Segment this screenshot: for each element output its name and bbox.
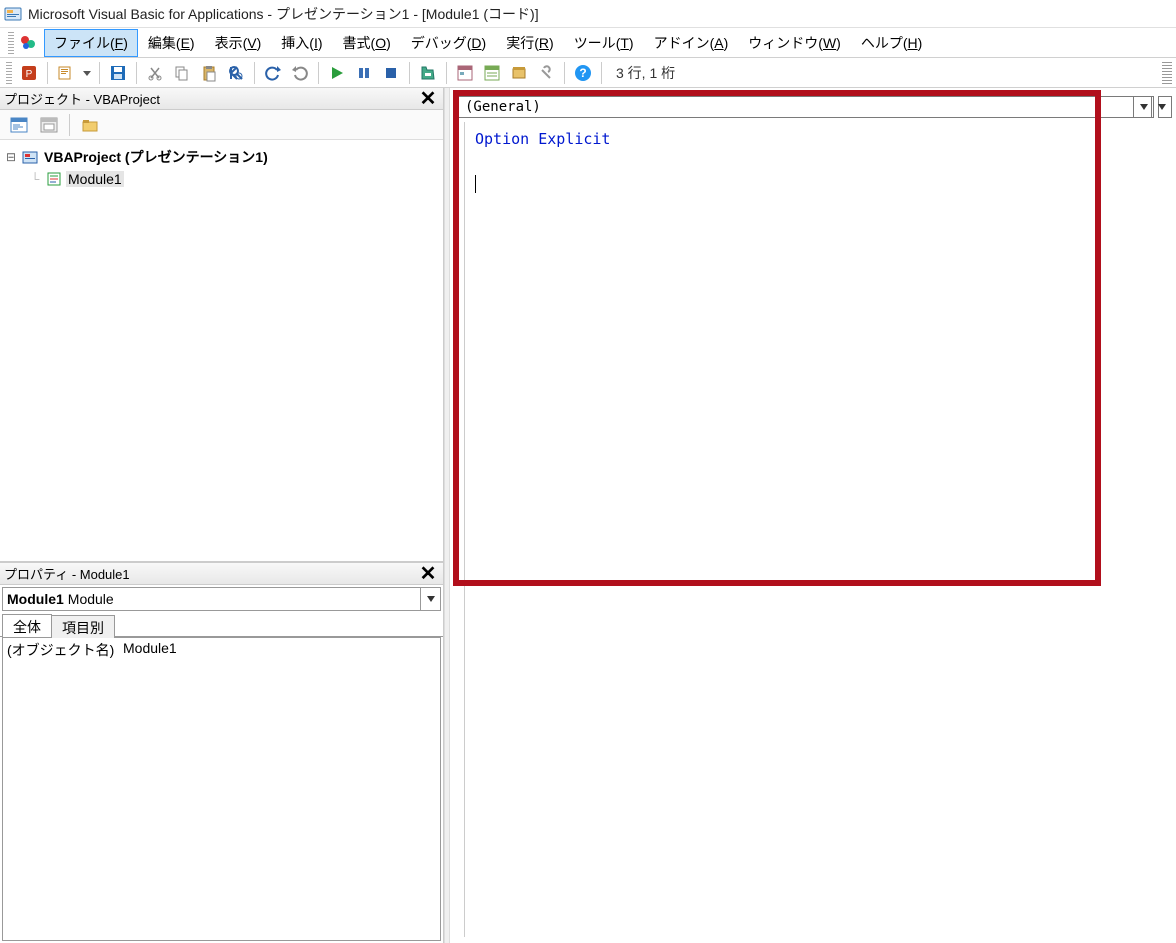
insert-dropdown[interactable]	[81, 69, 93, 77]
property-row[interactable]: (オブジェクト名) Module1	[3, 638, 440, 660]
cursor-position-label: 3 行, 1 桁	[608, 63, 683, 83]
title-bar: Microsoft Visual Basic for Applications …	[0, 0, 1176, 28]
cut-button[interactable]	[143, 61, 167, 85]
undo-button[interactable]	[261, 61, 285, 85]
standard-toolbar: P ? 3 行, 1 桁	[0, 58, 1176, 88]
project-explorer-toolbar	[0, 110, 443, 140]
chevron-down-icon[interactable]	[1133, 97, 1153, 117]
tree-branch-icon: └	[28, 172, 42, 186]
chevron-down-icon[interactable]	[420, 588, 440, 610]
project-explorer-pane: プロジェクト - VBAProject ✕ ⊟ VBAProject (プレゼン…	[0, 88, 443, 563]
menu-debug[interactable]: デバッグ(D)	[401, 29, 496, 57]
menu-window[interactable]: ウィンドウ(W)	[738, 29, 851, 57]
view-powerpoint-button[interactable]: P	[17, 61, 41, 85]
properties-object-combo[interactable]: Module1 Module	[2, 587, 441, 611]
properties-window-button[interactable]	[480, 61, 504, 85]
tree-module-label: Module1	[66, 171, 124, 187]
properties-close-button[interactable]: ✕	[417, 563, 439, 585]
menu-view[interactable]: 表示(V)	[205, 29, 272, 57]
toggle-folders-button[interactable]	[77, 114, 103, 136]
property-name-cell: (オブジェクト名)	[3, 638, 119, 660]
vba-menu-icon	[18, 33, 38, 53]
run-button[interactable]	[325, 61, 349, 85]
menu-edit[interactable]: 編集(E)	[138, 29, 205, 57]
project-tree[interactable]: ⊟ VBAProject (プレゼンテーション1) └ Module1	[0, 140, 443, 561]
properties-tabs: 全体 項目別	[0, 613, 443, 637]
left-column: プロジェクト - VBAProject ✕ ⊟ VBAProject (プレゼン…	[0, 88, 444, 943]
project-explorer-button[interactable]	[453, 61, 477, 85]
object-browser-button[interactable]	[507, 61, 531, 85]
project-explorer-header: プロジェクト - VBAProject ✕	[0, 88, 443, 110]
svg-text:?: ?	[579, 66, 586, 80]
svg-text:P: P	[26, 69, 33, 80]
view-object-button[interactable]	[36, 114, 62, 136]
code-window: (General) Option Explicit	[450, 88, 1176, 943]
reset-button[interactable]	[379, 61, 403, 85]
menu-insert[interactable]: 挿入(I)	[271, 29, 332, 57]
properties-header: プロパティ - Module1 ✕	[0, 563, 443, 585]
code-editor[interactable]: Option Explicit	[464, 122, 1170, 937]
insert-module-button[interactable]	[54, 61, 78, 85]
vba-app-icon	[4, 5, 22, 23]
module-icon	[45, 170, 63, 188]
view-code-button[interactable]	[6, 114, 32, 136]
code-combo-row: (General)	[458, 96, 1172, 118]
tree-collapse-icon[interactable]: ⊟	[4, 150, 18, 164]
properties-pane: プロパティ - Module1 ✕ Module1 Module 全体 項目別 …	[0, 563, 443, 943]
menubar-grip[interactable]	[8, 32, 14, 54]
object-combo[interactable]: (General)	[458, 96, 1154, 118]
toolbox-button[interactable]	[534, 61, 558, 85]
menu-tools[interactable]: ツール(T)	[564, 29, 644, 57]
window-title: Microsoft Visual Basic for Applications …	[28, 4, 539, 24]
tab-categorized[interactable]: 項目別	[51, 615, 115, 638]
menu-file[interactable]: ファイル(F)	[44, 29, 138, 57]
toolbar-grip[interactable]	[6, 62, 12, 84]
code-area: (General) Option Explicit	[450, 88, 1176, 943]
design-mode-button[interactable]	[416, 61, 440, 85]
object-combo-value: (General)	[465, 99, 541, 115]
menu-format[interactable]: 書式(O)	[333, 29, 401, 57]
menu-run[interactable]: 実行(R)	[496, 29, 563, 57]
redo-button[interactable]	[288, 61, 312, 85]
break-button[interactable]	[352, 61, 376, 85]
project-explorer-title: プロジェクト - VBAProject	[4, 89, 160, 108]
menu-help[interactable]: ヘルプ(H)	[851, 29, 932, 57]
chevron-down-icon[interactable]	[1151, 97, 1171, 117]
combo-object-type: Module	[68, 591, 114, 607]
tree-project-label: VBAProject (プレゼンテーション1)	[42, 147, 270, 167]
properties-title: プロパティ - Module1	[4, 564, 130, 583]
procedure-combo[interactable]	[1158, 96, 1172, 118]
find-button[interactable]	[224, 61, 248, 85]
project-icon	[21, 148, 39, 166]
project-explorer-close-button[interactable]: ✕	[417, 88, 439, 110]
tab-alphabetic[interactable]: 全体	[2, 614, 52, 637]
save-button[interactable]	[106, 61, 130, 85]
main-area: プロジェクト - VBAProject ✕ ⊟ VBAProject (プレゼン…	[0, 88, 1176, 943]
menu-addins[interactable]: アドイン(A)	[644, 29, 739, 57]
code-line-1: Option Explicit	[475, 130, 610, 148]
help-button[interactable]: ?	[571, 61, 595, 85]
tree-project-root[interactable]: ⊟ VBAProject (プレゼンテーション1)	[4, 146, 439, 168]
tree-module-row[interactable]: └ Module1	[4, 168, 439, 190]
paste-button[interactable]	[197, 61, 221, 85]
menu-bar: ファイル(F) 編集(E) 表示(V) 挿入(I) 書式(O) デバッグ(D) …	[0, 28, 1176, 58]
text-caret	[475, 175, 476, 193]
copy-button[interactable]	[170, 61, 194, 85]
combo-object-name: Module1	[7, 591, 64, 607]
properties-grid[interactable]: (オブジェクト名) Module1	[2, 637, 441, 941]
property-value-cell[interactable]: Module1	[119, 638, 440, 660]
toolbar-overflow[interactable]	[1162, 62, 1172, 84]
